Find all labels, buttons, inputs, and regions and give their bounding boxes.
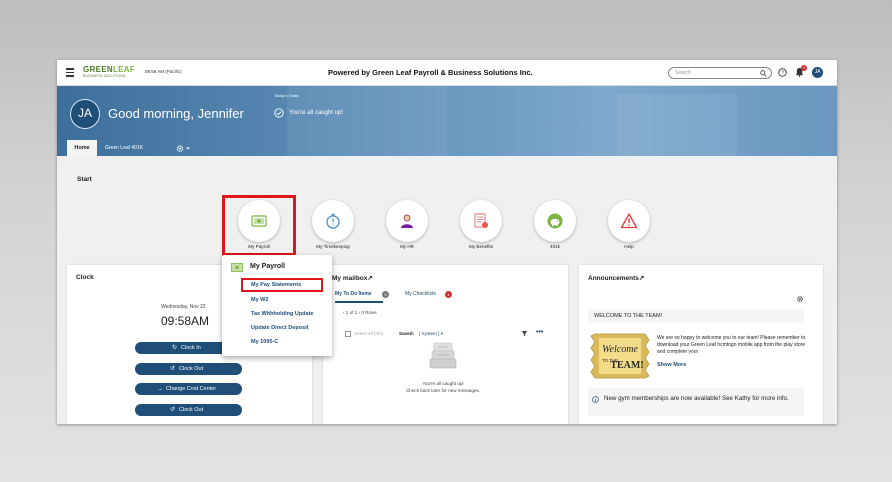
greeting-text: Good morning, Jennifer bbox=[108, 106, 244, 121]
clock-in-icon: ↻ bbox=[172, 345, 178, 351]
mailbox-title[interactable]: My mailbox↗ bbox=[332, 274, 373, 282]
empty-state-line-2: Check back later for new messages. bbox=[405, 388, 481, 393]
tab-settings-gear-icon[interactable] bbox=[175, 144, 193, 153]
change-cost-center-button[interactable]: → Change Cost Center bbox=[135, 383, 242, 395]
saved-label: Saved: bbox=[399, 331, 415, 336]
announcements-card: Announcements↗ WELCOME TO THE TEAM! Welc… bbox=[579, 265, 823, 424]
svg-text:1: 1 bbox=[332, 222, 335, 227]
tile-my-benefits[interactable]: My Benefits bbox=[451, 200, 511, 252]
announcements-title-text: Announcements bbox=[588, 275, 639, 282]
powered-by-text: Powered by Green Leaf Payroll & Business… bbox=[328, 68, 533, 77]
tab-green-leaf-401k[interactable]: Green Leaf 401K bbox=[105, 140, 143, 156]
check-circle-icon bbox=[274, 108, 284, 118]
person-icon bbox=[401, 214, 413, 228]
change-cost-center-label: Change Cost Center bbox=[166, 386, 217, 392]
search-input[interactable]: Search bbox=[668, 67, 772, 79]
clock-in-label: Clock In bbox=[181, 345, 201, 351]
filter-icon[interactable] bbox=[521, 330, 528, 337]
search-icon[interactable] bbox=[760, 69, 767, 77]
tab-home[interactable]: Home bbox=[67, 140, 97, 156]
tile-label: My Timekeeping bbox=[316, 244, 350, 249]
tile-help[interactable]: Help bbox=[599, 200, 659, 252]
menu-item-update-direct-deposit[interactable]: Update Direct Deposit bbox=[251, 325, 308, 331]
clock-out-label: Clock Out bbox=[179, 407, 204, 413]
app-window: GREENLEAF BUSINESS SOLUTIONS 09:58 AM (P… bbox=[57, 60, 837, 424]
mailbox-card: My mailbox↗ My To Do Items 0 My Checklis… bbox=[323, 265, 568, 424]
payroll-icon bbox=[231, 263, 243, 272]
clock-time: 09:58AM bbox=[161, 314, 210, 328]
tile-label: Help bbox=[624, 244, 634, 249]
todo-count-badge: 0 bbox=[382, 291, 389, 298]
profile-avatar[interactable]: JA bbox=[70, 99, 100, 129]
inbox-tray-icon bbox=[429, 342, 457, 369]
external-link-icon: ↗ bbox=[638, 275, 645, 282]
user-avatar[interactable]: JA bbox=[812, 67, 823, 78]
clock-out-label: Clock Out bbox=[179, 366, 204, 372]
welcome-word: Welcome bbox=[602, 344, 638, 355]
tab-my-to-do-items[interactable]: My To Do Items bbox=[335, 291, 372, 297]
warning-icon bbox=[620, 213, 638, 229]
notification-badge: 1 bbox=[801, 65, 807, 71]
team-word: TEAM! bbox=[610, 360, 643, 371]
clock-out-button-2[interactable]: ↺ Clock Out bbox=[135, 404, 242, 416]
logo-brand-b: LEAF bbox=[112, 65, 136, 74]
announcements-title[interactable]: Announcements↗ bbox=[588, 274, 644, 282]
tile-label: My HR bbox=[399, 244, 415, 249]
menu-item-tax-withholding-update[interactable]: Tax Withholding Update bbox=[251, 311, 313, 317]
help-icon[interactable]: ? bbox=[778, 68, 787, 77]
logo-brand-a: GREEN bbox=[83, 65, 113, 74]
clock-out-button[interactable]: ↺ Clock Out bbox=[135, 363, 242, 375]
start-heading: Start bbox=[77, 176, 92, 183]
tile-label: My Benefits bbox=[469, 244, 493, 249]
more-options-icon[interactable]: ••• bbox=[536, 329, 543, 336]
empty-state-line-1: You're all caught up! bbox=[422, 381, 464, 386]
clock-date: Wednesday, Nov 22 bbox=[161, 304, 206, 310]
pager[interactable]: ‹ 1 of 1 › 0 Rows bbox=[343, 310, 377, 315]
piggy-bank-icon bbox=[547, 213, 563, 229]
menu-item-my-1095-c[interactable]: My 1095-C bbox=[251, 339, 278, 345]
logo[interactable]: GREENLEAF BUSINESS SOLUTIONS bbox=[83, 66, 139, 80]
tile-my-timekeeping[interactable]: 1 My Timekeeping bbox=[303, 200, 363, 252]
tile-my-hr[interactable]: My HR bbox=[377, 200, 437, 252]
select-all-checkbox[interactable] bbox=[345, 331, 351, 337]
current-time: 09:58 AM (Pacific) bbox=[145, 69, 182, 74]
arrow-right-icon: → bbox=[157, 386, 163, 392]
select-all-label: Select all (0/0) bbox=[354, 331, 384, 336]
top-bar: GREENLEAF BUSINESS SOLUTIONS 09:58 AM (P… bbox=[57, 60, 837, 86]
header-banner: JA Good morning, Jennifer Today's Tasks … bbox=[57, 86, 837, 156]
payroll-highlight-box bbox=[222, 195, 296, 256]
show-more-link[interactable]: Show More bbox=[657, 362, 686, 368]
clock-out-icon: ↺ bbox=[170, 407, 176, 413]
active-tab-underline bbox=[335, 301, 383, 303]
logo-subtitle: BUSINESS SOLUTIONS bbox=[83, 74, 126, 78]
stopwatch-icon: 1 bbox=[326, 213, 340, 229]
menu-icon[interactable] bbox=[66, 68, 74, 77]
menu-title: My Payroll bbox=[250, 263, 286, 270]
settings-gear-icon[interactable] bbox=[796, 295, 804, 303]
clock-out-icon: ↺ bbox=[170, 366, 176, 372]
search-placeholder: Search bbox=[675, 70, 691, 76]
caught-up-text: You're all caught up! bbox=[289, 110, 343, 116]
svg-text:?: ? bbox=[781, 71, 784, 77]
tab-my-checklists[interactable]: My Checklists bbox=[405, 291, 436, 297]
saved-view-select[interactable]: [ System ] ▾ bbox=[419, 331, 443, 337]
menu-item-my-w2[interactable]: My W2 bbox=[251, 297, 268, 303]
tile-401k[interactable]: 401k bbox=[525, 200, 585, 252]
external-link-icon: ↗ bbox=[367, 275, 373, 282]
announcement-item-text: New gym memberships are now available! S… bbox=[604, 395, 789, 402]
tile-label: 401k bbox=[550, 244, 560, 249]
benefits-document-icon bbox=[474, 213, 488, 228]
todays-tasks-label: Today's Tasks bbox=[274, 93, 299, 98]
info-icon bbox=[592, 396, 599, 403]
pay-statements-highlight-box bbox=[241, 278, 323, 292]
welcome-image: Welcome TO THE TEAM! bbox=[590, 333, 650, 379]
checklists-count-badge: 1 bbox=[445, 291, 452, 298]
my-payroll-menu: My Payroll My Pay Statements My W2 Tax W… bbox=[222, 255, 332, 356]
clock-title: Clock bbox=[76, 274, 94, 281]
mailbox-title-text: My mailbox bbox=[332, 275, 368, 282]
announcement-header: WELCOME TO THE TEAM! bbox=[588, 309, 804, 323]
